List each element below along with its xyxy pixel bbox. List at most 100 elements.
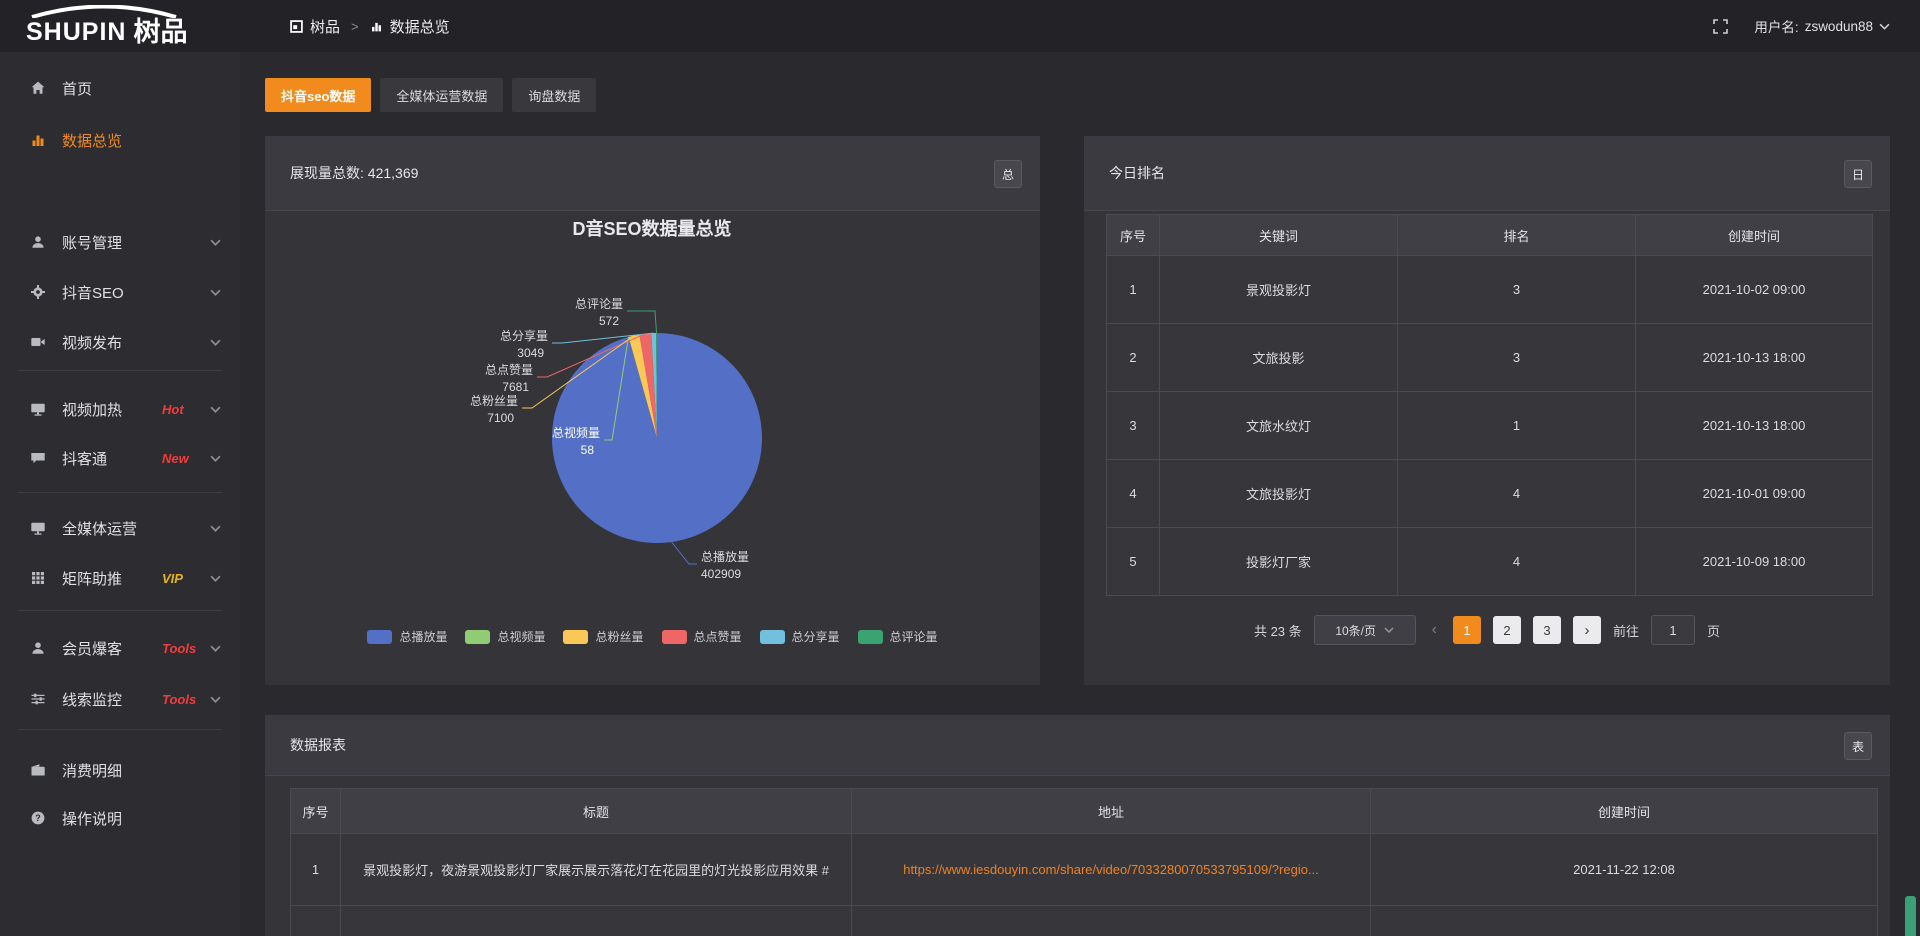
- tools-badge: Tools: [162, 641, 196, 656]
- table-cell: 4: [1398, 460, 1636, 528]
- video-link[interactable]: https://www.iesdouyin.com/share/video/70…: [852, 834, 1371, 906]
- pagination-total: 共 23 条: [1254, 621, 1302, 640]
- sidebar-item-douyin-seo[interactable]: 抖音SEO: [0, 268, 240, 316]
- report-panel-title: 数据报表: [290, 715, 346, 775]
- video-camera-icon: [30, 334, 46, 350]
- fullscreen-icon[interactable]: [1713, 19, 1728, 34]
- comment-icon: [30, 450, 46, 466]
- logo-text-cn: 树品: [133, 12, 187, 52]
- table-cell: 1: [1107, 256, 1160, 324]
- dashboard-page: SHUPIN 树品 树品 > 数据总览 用户名: zswodun88: [0, 0, 1920, 936]
- tab-douyin-seo-data[interactable]: 抖音seo数据: [265, 78, 371, 112]
- legend-item-likes[interactable]: 总点赞量: [662, 628, 742, 645]
- prev-page-button[interactable]: ‹: [1428, 621, 1441, 639]
- user-icon: [30, 234, 46, 250]
- pie-label-fans: 总粉丝量: [470, 394, 518, 408]
- sidebar-item-lead-monitor[interactable]: 线索监控 Tools: [0, 675, 240, 723]
- sidebar-item-data-overview[interactable]: 数据总览: [0, 116, 240, 164]
- table-cell: 2021-10-09 18:00: [1636, 528, 1873, 596]
- table-cell: [852, 906, 1371, 936]
- table-cell: 3: [1398, 256, 1636, 324]
- next-page-button[interactable]: ›: [1573, 616, 1601, 644]
- question-icon: ?: [30, 810, 46, 826]
- table-toggle-button[interactable]: 表: [1844, 732, 1872, 760]
- legend-item-videos[interactable]: 总视频量: [465, 628, 545, 645]
- floating-widget[interactable]: [1905, 896, 1916, 936]
- ranking-panel: 今日排名 日 序号 关键词 排名 创建时间 1 景观投影灯 3 2021-10-…: [1084, 136, 1890, 685]
- chevron-down-icon: [210, 455, 221, 462]
- user-menu[interactable]: 用户名: zswodun88: [1754, 16, 1890, 36]
- sliders-icon: [30, 691, 46, 707]
- sidebar-item-account[interactable]: 账号管理: [0, 218, 240, 266]
- new-badge: New: [162, 451, 189, 466]
- legend-item-shares[interactable]: 总分享量: [760, 628, 840, 645]
- report-panel-header: 数据报表 表: [265, 715, 1890, 776]
- sidebar-item-consumption[interactable]: 消费明细: [0, 746, 240, 794]
- total-toggle-button[interactable]: 总: [994, 160, 1022, 188]
- pie-value-videos: 58: [581, 443, 595, 457]
- legend-swatch: [367, 630, 392, 644]
- legend-swatch: [662, 630, 687, 644]
- tab-media-operation-data[interactable]: 全媒体运营数据: [380, 78, 503, 112]
- goto-page-input[interactable]: [1651, 615, 1695, 645]
- page-button-1[interactable]: 1: [1453, 616, 1481, 644]
- page-button-2[interactable]: 2: [1493, 616, 1521, 644]
- column-header: 排名: [1398, 215, 1636, 256]
- breadcrumb-root[interactable]: 树品: [310, 16, 340, 37]
- pie-value-plays: 402909: [701, 567, 741, 581]
- sidebar-item-member-baoke[interactable]: 会员爆客 Tools: [0, 624, 240, 672]
- sidebar-item-home[interactable]: 首页: [0, 64, 240, 112]
- data-tabs: 抖音seo数据 全媒体运营数据 询盘数据: [265, 78, 596, 112]
- sidebar-item-media-operation[interactable]: 全媒体运营: [0, 504, 240, 552]
- breadcrumb-separator: >: [351, 19, 359, 34]
- column-header: 关键词: [1160, 215, 1398, 256]
- chevron-down-icon: [210, 696, 221, 703]
- legend-item-plays[interactable]: 总播放量: [367, 628, 447, 645]
- table-cell: 文旅投影: [1160, 324, 1398, 392]
- table-cell: 2021-10-01 09:00: [1636, 460, 1873, 528]
- legend-swatch: [563, 630, 588, 644]
- ranking-panel-header: 今日排名 日: [1084, 136, 1890, 211]
- table-cell: 3: [1398, 324, 1636, 392]
- chevron-down-icon: [1384, 627, 1394, 633]
- breadcrumb-current: 数据总览: [390, 16, 450, 37]
- sidebar-item-video-publish[interactable]: 视频发布: [0, 318, 240, 366]
- table-cell: 1: [291, 834, 341, 906]
- chevron-down-icon: [210, 406, 221, 413]
- page-button-3[interactable]: 3: [1533, 616, 1561, 644]
- member-icon: [30, 640, 46, 656]
- pie-label-shares: 总分享量: [500, 328, 548, 343]
- chevron-down-icon: [210, 339, 221, 346]
- table-cell: 文旅投影灯: [1160, 460, 1398, 528]
- chart-title: D音SEO数据量总览: [572, 218, 731, 239]
- app-logo[interactable]: SHUPIN 树品: [26, 4, 187, 52]
- table-cell: 2021-10-02 09:00: [1636, 256, 1873, 324]
- chart-legend: 总播放量 总视频量 总粉丝量 总点赞量 总分享量 总评论量: [265, 628, 1040, 645]
- sidebar-divider: [18, 370, 222, 371]
- topbar-right: 用户名: zswodun88: [1713, 0, 1890, 52]
- legend-item-comments[interactable]: 总评论量: [858, 628, 938, 645]
- legend-swatch: [760, 630, 785, 644]
- goto-label: 前往: [1613, 621, 1639, 640]
- ranking-table: 序号 关键词 排名 创建时间 1 景观投影灯 3 2021-10-02 09:0…: [1106, 214, 1873, 596]
- legend-item-fans[interactable]: 总粉丝量: [563, 628, 643, 645]
- bar-chart-icon: [30, 132, 46, 148]
- sidebar-item-help[interactable]: ? 操作说明: [0, 794, 240, 842]
- pie-value-comments: 572: [599, 314, 619, 328]
- impressions-total: 展现量总数: 421,369: [290, 136, 418, 210]
- sidebar-item-douketong[interactable]: 抖客通 New: [0, 434, 240, 482]
- page-size-select[interactable]: 10条/页: [1314, 615, 1416, 645]
- sidebar-divider: [18, 610, 222, 611]
- gear-icon: [30, 284, 46, 300]
- chevron-down-icon: [210, 575, 221, 582]
- sidebar-item-video-heat[interactable]: 视频加热 Hot: [0, 385, 240, 433]
- screen-icon: [30, 401, 46, 417]
- chevron-down-icon: [210, 645, 221, 652]
- chevron-down-icon: [1879, 23, 1890, 30]
- leader-line-plays: [672, 542, 697, 564]
- home-icon: [30, 80, 46, 96]
- report-title-cell: 景观投影灯，夜游景观投影灯厂家展示展示落花灯在花园里的灯光投影应用效果 #: [341, 834, 852, 906]
- tab-inquiry-data[interactable]: 询盘数据: [512, 78, 596, 112]
- day-toggle-button[interactable]: 日: [1844, 160, 1872, 188]
- sidebar-item-matrix-boost[interactable]: 矩阵助推 VIP: [0, 554, 240, 602]
